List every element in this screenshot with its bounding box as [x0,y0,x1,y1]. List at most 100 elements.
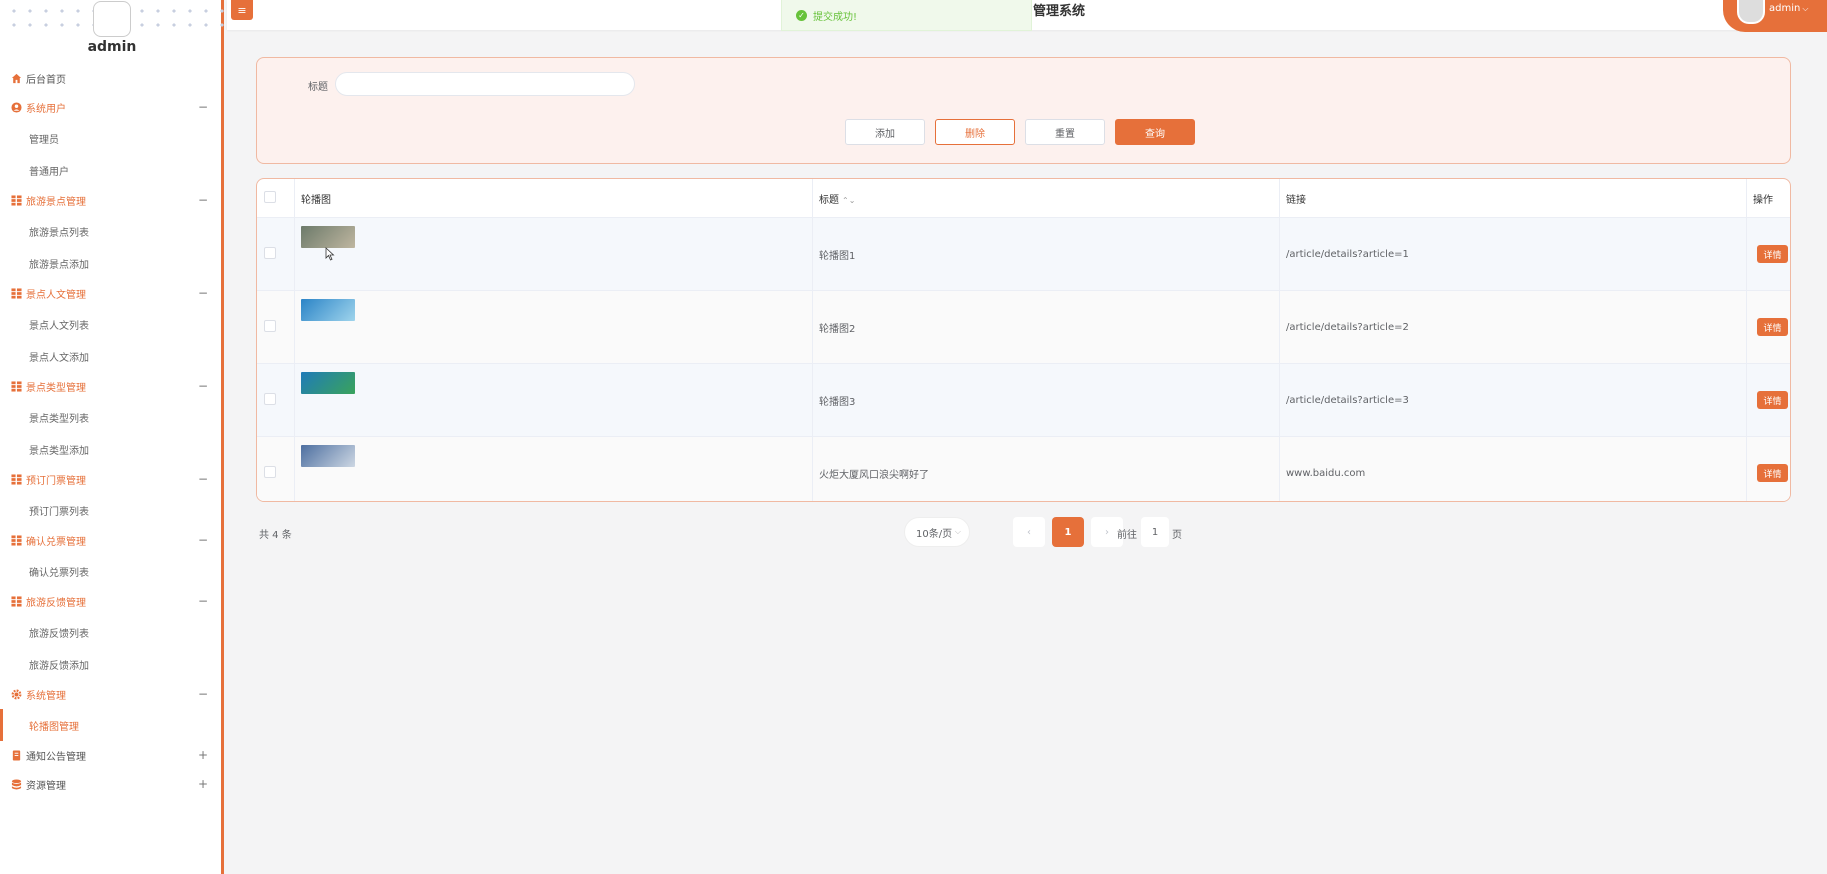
image-cell [294,217,813,291]
detail-button[interactable]: 详情 [1757,464,1788,482]
add-button[interactable]: 添加 [845,119,925,145]
sidebar-item-label: 旅游反馈管理 [26,598,86,609]
prev-page-button[interactable]: ‹ [1013,517,1045,547]
sort-icon[interactable]: ⌃⌄ [842,196,855,205]
sidebar-item[interactable]: 系统用户 − [0,93,221,122]
reset-button[interactable]: 重置 [1025,119,1105,145]
column-header-title[interactable]: 标题 ⌃⌄ [812,179,1280,218]
action-cell: 详情 [1746,290,1790,364]
sidebar-item[interactable]: 资源管理 + [0,770,221,799]
row-checkbox[interactable] [264,319,276,332]
collapse-icon[interactable]: − [198,100,208,114]
link-cell: /article/details?article=2 [1279,290,1747,364]
carousel-table: 轮播图 标题 ⌃⌄ 链接 操作 轮播图1/article/details?arti… [256,178,1791,502]
main-area: ≡ 管理系统 ✓ 提交成功! admin ⌵ 标题 添加 删除 重置 查询 轮播图… [227,0,1827,874]
row-checkbox[interactable] [264,392,276,405]
delete-button[interactable]: 删除 [935,119,1015,145]
sidebar-item-label: 旅游景点列表 [29,227,89,239]
title-label: 标题 [308,82,328,93]
detail-button[interactable]: 详情 [1757,318,1788,336]
sidebar-item[interactable]: 景点类型管理 − [0,372,221,401]
sidebar-subitem[interactable]: 景点人文列表 [0,308,221,340]
sidebar-subitem[interactable]: 预订门票列表 [0,494,221,526]
sidebar-item-label: 普通用户 [29,166,69,178]
row-checkbox[interactable] [264,246,276,259]
expand-icon[interactable]: + [198,748,208,762]
user-circle-icon [10,102,22,114]
link-cell: /article/details?article=3 [1279,363,1747,437]
column-header-image: 轮播图 [294,179,813,218]
page-size-select[interactable]: 10条/页 ⌵ [904,517,970,547]
sidebar-item-label: 轮播图管理 [29,721,79,733]
sidebar-item-label: 系统管理 [26,691,66,702]
success-toast: ✓ 提交成功! [781,0,1032,31]
sidebar-subitem[interactable]: 景点类型列表 [0,401,221,433]
sidebar-item[interactable]: 后台首页 [0,64,221,93]
action-cell: 详情 [1746,436,1790,501]
sidebar-item-label: 旅游反馈列表 [29,628,89,640]
row-checkbox[interactable] [264,465,276,478]
sidebar-subitem[interactable]: 确认兑票列表 [0,555,221,587]
sidebar-item-label: 确认兑票管理 [26,537,86,548]
table-row: 火炬大厦风口浪尖啊好了 www.baidu.com 详情 [257,436,1790,501]
sidebar-item-label: 预订门票管理 [26,476,86,487]
sidebar-item-label: 景点人文列表 [29,320,89,332]
sidebar-item[interactable]: 景点人文管理 − [0,279,221,308]
search-panel: 标题 添加 删除 重置 查询 [256,57,1791,164]
toast-message: 提交成功! [813,11,858,23]
database-icon [10,779,22,791]
detail-button[interactable]: 详情 [1757,245,1788,263]
goto-page-input[interactable]: 1 [1141,517,1169,547]
user-avatar [1737,0,1765,24]
avatar[interactable] [93,1,131,37]
title-search-input[interactable] [335,72,635,96]
collapse-icon[interactable]: − [198,379,208,393]
chevron-down-icon: ⌵ [954,527,961,536]
sidebar-item[interactable]: 旅游景点管理 − [0,186,221,215]
sidebar-subitem[interactable]: 旅游反馈添加 [0,648,221,680]
admin-name: admin [87,39,137,55]
sidebar-item[interactable]: 系统管理 − [0,680,221,709]
sidebar-item-label: 系统用户 [26,104,66,115]
sidebar-item-label: 景点人文添加 [29,352,89,364]
sidebar-item[interactable]: 通知公告管理 + [0,741,221,770]
menu-toggle-icon[interactable]: ≡ [231,0,253,20]
sidebar-subitem[interactable]: 轮播图管理 [0,709,221,741]
user-menu[interactable]: admin ⌵ [1723,0,1827,32]
column-header-link: 链接 [1279,179,1747,218]
sidebar-item[interactable]: 旅游反馈管理 − [0,587,221,616]
action-cell: 详情 [1746,363,1790,437]
link-cell: www.baidu.com [1279,436,1747,501]
sidebar-subitem[interactable]: 旅游景点添加 [0,247,221,279]
pagination: 共 4 条 10条/页 ⌵ ‹ 1 › 前往 1 页 [256,517,1791,547]
detail-button[interactable]: 详情 [1757,391,1788,409]
select-all-checkbox[interactable] [264,190,276,203]
grid-icon [10,288,22,300]
sidebar-subitem[interactable]: 管理员 [0,122,221,154]
table-row: 轮播图2/article/details?article=2 详情 [257,290,1790,364]
row-select-cell [257,290,295,364]
collapse-icon[interactable]: − [198,594,208,608]
sidebar-item-label: 确认兑票列表 [29,567,89,579]
collapse-icon[interactable]: − [198,193,208,207]
sidebar-subitem[interactable]: 景点人文添加 [0,340,221,372]
sidebar-item-label: 旅游景点管理 [26,197,86,208]
page-1-button[interactable]: 1 [1052,517,1084,547]
sidebar-subitem[interactable]: 普通用户 [0,154,221,186]
collapse-icon[interactable]: − [198,533,208,547]
collapse-icon[interactable]: − [198,286,208,300]
image-cell [294,436,813,501]
sidebar-subitem[interactable]: 旅游反馈列表 [0,616,221,648]
query-button[interactable]: 查询 [1115,119,1195,145]
collapse-icon[interactable]: − [198,472,208,486]
collapse-icon[interactable]: − [198,687,208,701]
grid-icon [10,535,22,547]
sidebar-item[interactable]: 预订门票管理 − [0,465,221,494]
carousel-thumb-3 [301,372,355,394]
sidebar-item[interactable]: 确认兑票管理 − [0,526,221,555]
sidebar-subitem[interactable]: 景点类型添加 [0,433,221,465]
home-icon [10,73,22,85]
sidebar-subitem[interactable]: 旅游景点列表 [0,215,221,247]
sidebar: admin 后台首页系统用户 − 管理员普通用户旅游景点管理 − 旅游景点列表旅游景点添… [0,0,224,874]
expand-icon[interactable]: + [198,777,208,791]
